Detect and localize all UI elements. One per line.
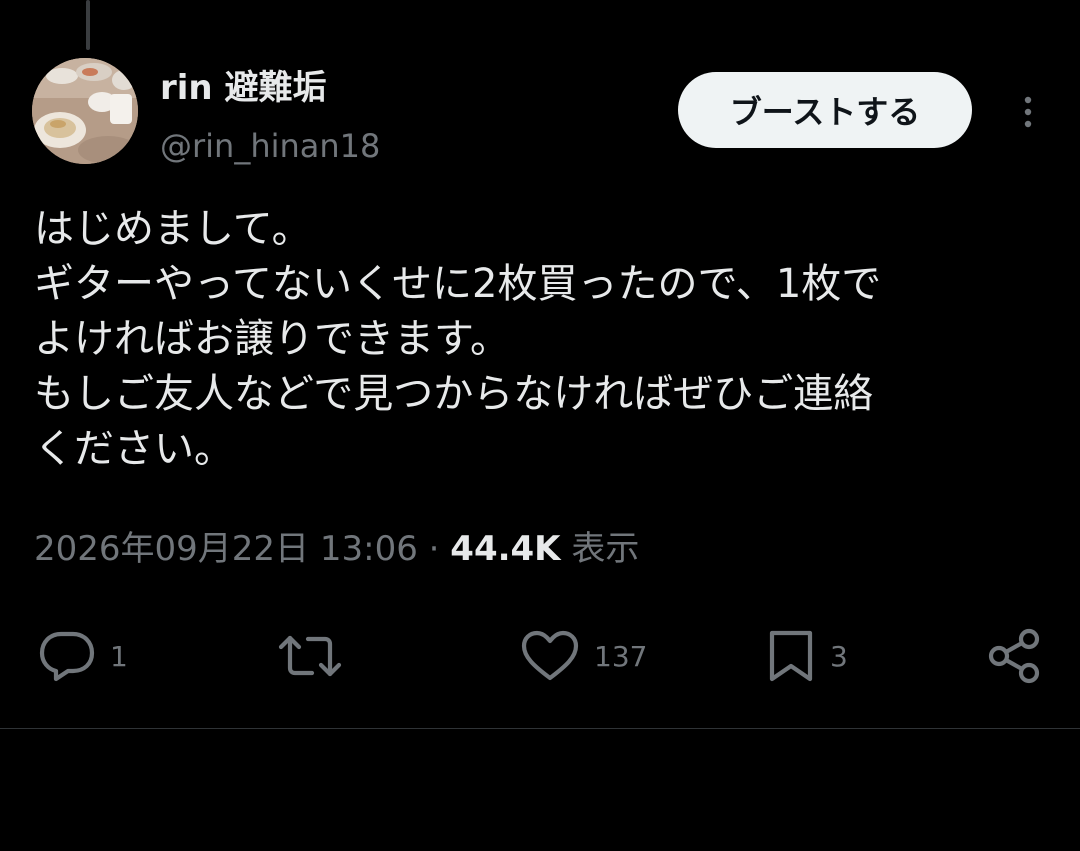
bookmark-icon (766, 629, 816, 683)
like-count: 137 (594, 639, 648, 673)
reply-icon (38, 629, 96, 683)
boost-button[interactable]: ブーストする (678, 72, 972, 148)
repost-icon (278, 632, 342, 680)
bookmark-count: 3 (830, 639, 848, 673)
post-text-line: ください。 (34, 426, 234, 472)
meta-separator: · (428, 529, 440, 569)
post-text-line: ギターやってないくせに2枚買ったので、1枚で (34, 261, 882, 307)
post-text-line: もしご友人などで見つからなければぜひご連絡 (34, 371, 874, 417)
views-label: 表示 (571, 529, 640, 569)
thread-connector-line (86, 0, 90, 50)
post-timestamp[interactable]: 2026年09月22日 13:06 (34, 529, 418, 569)
avatar-photo (32, 58, 138, 164)
like-button[interactable]: 137 (520, 624, 647, 688)
reply-button[interactable]: 1 (38, 624, 128, 688)
post-meta: 2026年09月22日 13:06 · 44.4K 表示 (34, 524, 639, 574)
more-vertical-icon (1024, 96, 1032, 128)
share-icon (986, 627, 1044, 685)
author-display-name[interactable]: rin 避難垢 (160, 64, 326, 112)
bookmark-button[interactable]: 3 (766, 624, 848, 688)
post-text-line: はじめまして。 (34, 206, 312, 252)
author-handle[interactable]: @rin_hinan18 (160, 124, 380, 168)
reply-count: 1 (110, 639, 128, 673)
post-text-line: よければお譲りできます。 (34, 316, 510, 362)
repost-button[interactable] (278, 624, 356, 688)
heart-icon (520, 629, 580, 683)
divider (0, 728, 1080, 729)
views-count[interactable]: 44.4K (450, 529, 560, 569)
share-button[interactable] (986, 624, 1044, 688)
more-options-button[interactable] (1008, 92, 1048, 132)
post-text: はじめまして。 ギターやってないくせに2枚買ったので、1枚で よければお譲りでき… (34, 202, 1044, 477)
avatar[interactable] (32, 58, 138, 164)
